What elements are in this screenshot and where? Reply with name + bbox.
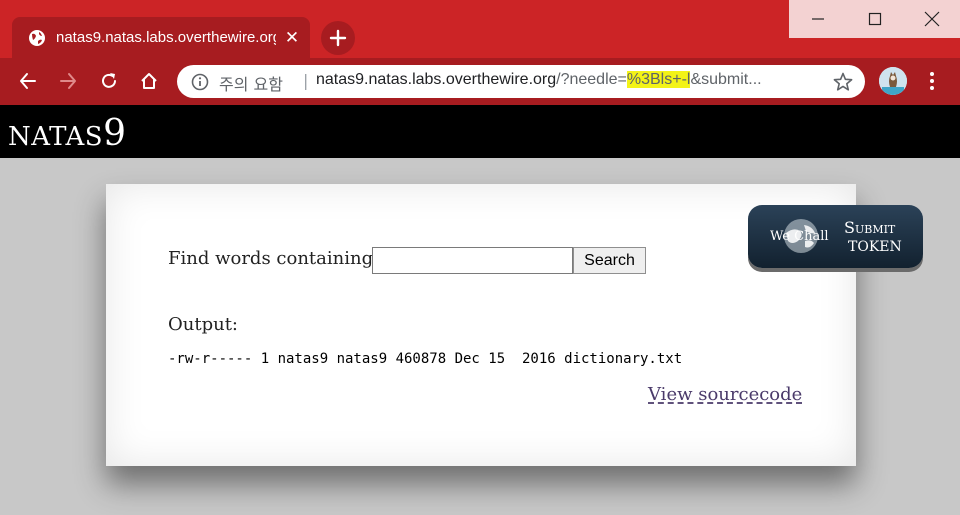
maximize-button[interactable] xyxy=(846,0,903,38)
token-label: TOKEN xyxy=(848,239,902,255)
maximize-icon xyxy=(868,12,881,26)
page-title: NATAS9 xyxy=(8,113,127,154)
info-icon[interactable] xyxy=(191,73,209,91)
tab-title: natas9.natas.labs.overthewire.org xyxy=(56,29,276,46)
wechall-logo-text: We Chall xyxy=(770,229,829,244)
home-icon xyxy=(141,73,157,89)
search-button[interactable]: Search xyxy=(573,247,646,274)
window-close-button[interactable] xyxy=(903,0,960,38)
url-text[interactable]: natas9.natas.labs.overthewire.org/?needl… xyxy=(316,71,814,93)
forward-button[interactable] xyxy=(53,66,83,96)
omnibox-separator: | xyxy=(303,71,309,90)
url-path-rest: &submit... xyxy=(690,71,762,88)
reload-button[interactable] xyxy=(94,66,124,96)
url-highlight: %3Bls+-l xyxy=(626,71,691,88)
star-icon[interactable] xyxy=(832,71,854,93)
page-title-text: NATAS xyxy=(8,122,104,152)
minimize-icon xyxy=(811,18,824,20)
url-path: /?needle= xyxy=(556,71,627,88)
back-button[interactable] xyxy=(13,66,43,96)
new-tab-button[interactable] xyxy=(321,21,355,55)
wechall-submit-token-button[interactable]: We Chall Submit TOKEN xyxy=(748,205,923,268)
content-card: Find words containing: Search Output: -r… xyxy=(106,184,856,466)
home-button[interactable] xyxy=(134,66,164,96)
globe-icon xyxy=(28,29,46,47)
page-header: NATAS9 xyxy=(0,105,960,158)
window-close-icon xyxy=(924,11,939,27)
forward-arrow-icon xyxy=(60,73,76,89)
reload-icon xyxy=(102,73,116,88)
close-icon[interactable]: ✕ xyxy=(282,28,302,48)
address-bar[interactable]: 주의 요함 | natas9.natas.labs.overthewire.or… xyxy=(177,65,865,98)
browser-tab[interactable]: natas9.natas.labs.overthewire.org ✕ xyxy=(12,17,310,59)
security-status[interactable]: 주의 요함 xyxy=(219,71,283,94)
needle-input[interactable] xyxy=(372,247,573,274)
more-vert-icon[interactable] xyxy=(922,67,942,95)
url-host: natas9.natas.labs.overthewire.org xyxy=(316,71,557,88)
plus-icon xyxy=(329,29,347,47)
back-arrow-icon xyxy=(20,73,36,89)
view-source-link[interactable]: View sourcecode xyxy=(648,384,802,405)
output-text: -rw-r----- 1 natas9 natas9 460878 Dec 15… xyxy=(168,351,683,367)
output-label: Output: xyxy=(168,314,238,335)
submit-label: Submit xyxy=(844,218,896,237)
profile-avatar-icon[interactable] xyxy=(879,67,907,95)
find-words-label: Find words containing: xyxy=(168,248,380,269)
browser-toolbar: 주의 요함 | natas9.natas.labs.overthewire.or… xyxy=(0,58,960,105)
browser-title-bar: natas9.natas.labs.overthewire.org ✕ xyxy=(0,0,960,59)
minimize-button[interactable] xyxy=(789,0,846,38)
page-title-number: 9 xyxy=(103,113,127,154)
